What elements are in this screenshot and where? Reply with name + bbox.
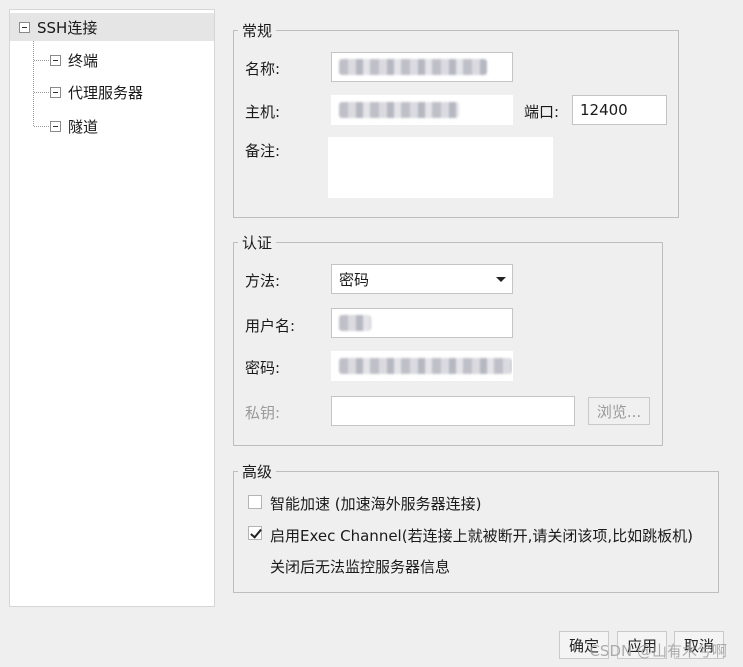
collapse-icon[interactable] [50, 120, 61, 132]
smart-accel-label[interactable]: 智能加速 (加速海外服务器连接) [270, 493, 481, 514]
watermark: CSDN @山有木兮啊 [589, 642, 727, 660]
name-field[interactable] [331, 52, 513, 82]
method-label: 方法: [245, 272, 281, 290]
username-label: 用户名: [245, 317, 296, 335]
tree-item-label: SSH连接 [37, 18, 98, 37]
exec-channel-label[interactable]: 启用Exec Channel(若连接上就被断开,请关闭该项,比如跳板机) [270, 525, 693, 546]
private-key-field[interactable] [331, 396, 575, 426]
group-title: 常规 [242, 22, 273, 40]
smart-accel-checkbox[interactable] [248, 495, 262, 509]
tree-item-ssh[interactable]: SSH连接 [10, 13, 214, 41]
password-label: 密码: [245, 359, 281, 377]
collapse-icon[interactable] [50, 54, 61, 66]
note-field[interactable] [328, 137, 553, 198]
redacted-value [339, 59, 487, 75]
exec-channel-note: 关闭后无法监控服务器信息 [270, 558, 451, 576]
method-value: 密码 [339, 270, 370, 289]
dropdown-arrow-icon [496, 276, 506, 282]
tree-item-proxy[interactable]: 代理服务器 [50, 78, 143, 106]
host-label: 主机: [245, 103, 281, 121]
redacted-value [339, 358, 512, 374]
group-title: 高级 [242, 463, 273, 481]
tree-item-label: 终端 [68, 51, 99, 70]
note-label: 备注: [245, 142, 281, 160]
username-field[interactable] [331, 308, 513, 338]
host-field[interactable] [331, 95, 513, 125]
tree-item-tunnel[interactable]: 隧道 [50, 112, 98, 140]
settings-tree: SSH连接 终端 代理服务器 隧道 [9, 9, 215, 607]
tree-item-label: 隧道 [68, 117, 99, 136]
tree-connector [34, 92, 51, 93]
browse-button[interactable]: 浏览... [588, 397, 650, 425]
tree-item-terminal[interactable]: 终端 [50, 46, 98, 74]
redacted-value [339, 315, 371, 331]
tree-connector [33, 41, 34, 126]
collapse-icon[interactable] [19, 21, 30, 33]
tree-connector [34, 126, 51, 127]
password-field[interactable] [331, 351, 513, 381]
method-select[interactable]: 密码 [331, 264, 513, 294]
port-field[interactable]: 12400 [572, 95, 667, 125]
name-label: 名称: [245, 60, 281, 78]
port-label: 端口: [524, 103, 560, 121]
exec-channel-checkbox[interactable] [248, 526, 262, 540]
private-key-label: 私钥: [245, 404, 281, 422]
tree-item-label: 代理服务器 [68, 83, 144, 102]
redacted-value [339, 102, 459, 118]
collapse-icon[interactable] [50, 86, 61, 98]
tree-connector [34, 60, 51, 61]
group-title: 认证 [242, 234, 273, 252]
